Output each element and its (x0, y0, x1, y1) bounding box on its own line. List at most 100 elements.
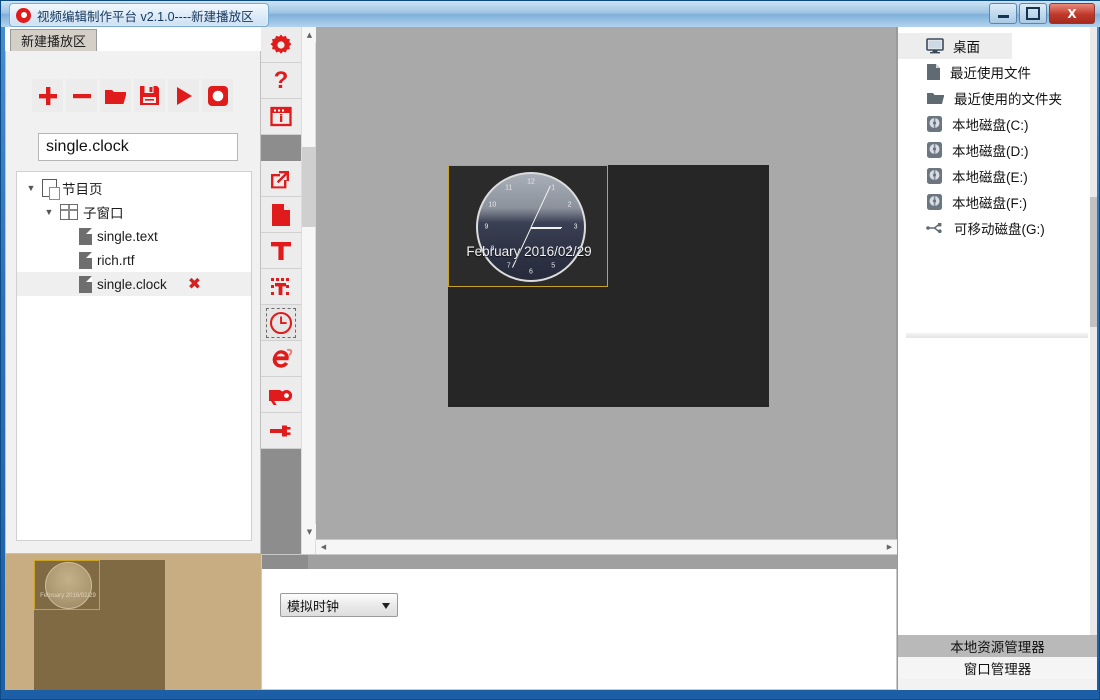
tab-new-play-area[interactable]: 新建播放区 (10, 29, 98, 51)
clock-type-select[interactable]: 模拟时钟 (280, 593, 398, 617)
clock-number: 11 (505, 184, 513, 192)
folder-icon (927, 93, 944, 104)
chevron-down-icon[interactable] (382, 603, 390, 609)
resource-item-disk-c[interactable]: 本地磁盘(C:) (898, 111, 1083, 137)
title-pill: 视频编辑制作平台 v2.1.0----新建播放区 (9, 3, 269, 27)
properties-strip-segment (262, 555, 308, 569)
delete-icon[interactable]: ✖ (188, 276, 201, 292)
scroll-down-arrow[interactable]: ▼ (302, 524, 317, 539)
left-panel: 新建播放区 single.clock ▼ 节目页 ▼ 子窗口 single.te… (5, 27, 261, 554)
resource-item-label: 本地磁盘(F:) (952, 196, 1027, 211)
clock-number: 2 (567, 201, 572, 209)
toolbar-spacer (261, 135, 301, 161)
scroll-left-arrow[interactable]: ◀ (316, 540, 331, 554)
client-area: 新建播放区 single.clock ▼ 节目页 ▼ 子窗口 single.te… (5, 27, 1097, 690)
save-button[interactable] (134, 79, 165, 112)
canvas-horizontal-scrollbar[interactable]: ◀ ▶ (316, 539, 897, 554)
properties-panel: 模拟时钟 (261, 554, 898, 690)
usb-icon (926, 223, 942, 233)
thumbnail-clock-icon (45, 562, 92, 609)
resource-item-disk-d[interactable]: 本地磁盘(D:) (898, 137, 1083, 163)
text-button[interactable] (261, 233, 301, 269)
clock-selection-box (266, 307, 296, 338)
left-vertical-scrollbar[interactable]: ▲ ▼ (301, 27, 317, 554)
minimize-button[interactable] (989, 3, 1017, 24)
name-input[interactable] (38, 133, 238, 161)
record-button[interactable] (202, 79, 233, 112)
analog-clock: 12 1 2 3 4 5 6 7 8 9 10 11 (476, 172, 586, 282)
clock-button[interactable] (261, 305, 301, 341)
stage[interactable]: 12 1 2 3 4 5 6 7 8 9 10 11 February 2016… (448, 165, 769, 407)
resource-item-label: 本地磁盘(D:) (952, 144, 1029, 159)
tree-item-single-clock[interactable]: single.clock ✖ (17, 272, 251, 296)
tree-item-label: 节目页 (62, 182, 103, 197)
tree-item-label: rich.rtf (97, 252, 135, 268)
settings-button[interactable] (261, 27, 301, 63)
right-panel-scrollbar[interactable] (1090, 27, 1097, 635)
scroll-thumb[interactable] (302, 147, 317, 227)
rich-text-button[interactable] (261, 269, 301, 305)
resource-item-disk-f[interactable]: 本地磁盘(F:) (898, 189, 1083, 215)
resource-item-desktop[interactable]: 桌面 (898, 33, 1012, 59)
hard-disk-icon (927, 194, 942, 210)
play-button[interactable] (168, 79, 199, 112)
thumbnail-clip[interactable]: February 2016/02/29 (34, 560, 100, 610)
tree-item-sub-window[interactable]: ▼ 子窗口 (17, 200, 251, 224)
hard-disk-icon (927, 116, 942, 132)
tree-item-label: single.clock (97, 276, 167, 292)
close-button[interactable]: X (1049, 3, 1095, 24)
minute-hand (531, 227, 562, 229)
clock-number: 1 (551, 184, 556, 192)
resource-item-disk-e[interactable]: 本地磁盘(E:) (898, 163, 1083, 189)
hard-disk-icon (927, 142, 942, 158)
window-manager-button[interactable]: 窗口管理器 (898, 657, 1097, 679)
open-button[interactable] (100, 79, 131, 112)
clock-number: 6 (529, 268, 533, 276)
canvas-area[interactable]: 12 1 2 3 4 5 6 7 8 9 10 11 February 2016… (316, 27, 897, 554)
plug-button[interactable] (261, 413, 301, 449)
add-button[interactable] (32, 79, 63, 112)
file-icon (79, 251, 92, 269)
clock-number: 10 (488, 201, 497, 209)
tree-item-rich-rtf[interactable]: rich.rtf (17, 248, 251, 272)
scroll-thumb[interactable] (1090, 197, 1097, 327)
resource-item-label: 本地磁盘(C:) (952, 118, 1029, 133)
chevron-down-icon[interactable]: ▼ (25, 182, 37, 194)
tree-item-single-text[interactable]: single.text (17, 224, 251, 248)
thumbnail-stage: February 2016/02/29 (34, 560, 165, 690)
window-info-button[interactable] (261, 99, 301, 135)
help-button[interactable]: ? (261, 63, 301, 99)
monitor-icon (926, 38, 944, 54)
thumbnail-panel[interactable]: February 2016/02/29 (5, 554, 261, 690)
browser-button[interactable] (261, 341, 301, 377)
maximize-button[interactable] (1019, 3, 1047, 24)
tree-item-program-page[interactable]: ▼ 节目页 (17, 176, 251, 200)
scroll-right-arrow[interactable]: ▶ (882, 540, 897, 554)
left-panel-body: ▼ 节目页 ▼ 子窗口 single.text (5, 51, 261, 554)
file-icon (79, 275, 92, 293)
camera-button[interactable] (261, 377, 301, 413)
record-circle-icon (16, 7, 31, 23)
resource-item-label: 可移动磁盘(G:) (954, 222, 1045, 237)
resource-item-recent-folders[interactable]: 最近使用的文件夹 (898, 85, 1083, 111)
resource-item-recent-files[interactable]: 最近使用文件 (898, 59, 1083, 85)
clock-clip[interactable]: 12 1 2 3 4 5 6 7 8 9 10 11 February 2016… (448, 165, 608, 287)
clock-date-label: February 2016/02/29 (466, 244, 592, 259)
window-frame: 视频编辑制作平台 v2.1.0----新建播放区 X 新建播放区 single.… (0, 0, 1100, 700)
scroll-up-arrow[interactable]: ▲ (302, 27, 317, 42)
close-icon: X (1067, 6, 1077, 21)
clock-number: 3 (573, 223, 578, 231)
properties-top-strip (262, 555, 898, 569)
right-panel-splitter[interactable] (906, 333, 1088, 338)
file-button[interactable] (261, 197, 301, 233)
window-title: 视频编辑制作平台 v2.1.0----新建播放区 (37, 9, 254, 24)
tab-strip: 新建播放区 (5, 27, 261, 52)
page-icon (42, 179, 60, 200)
second-hand (530, 185, 551, 228)
file-icon (79, 227, 92, 245)
remove-button[interactable] (66, 79, 97, 112)
resource-item-removable-disk-g[interactable]: 可移动磁盘(G:) (898, 215, 1083, 241)
external-link-button[interactable] (261, 161, 301, 197)
local-resource-manager-button[interactable]: 本地资源管理器 (898, 635, 1097, 657)
chevron-down-icon[interactable]: ▼ (43, 206, 55, 218)
